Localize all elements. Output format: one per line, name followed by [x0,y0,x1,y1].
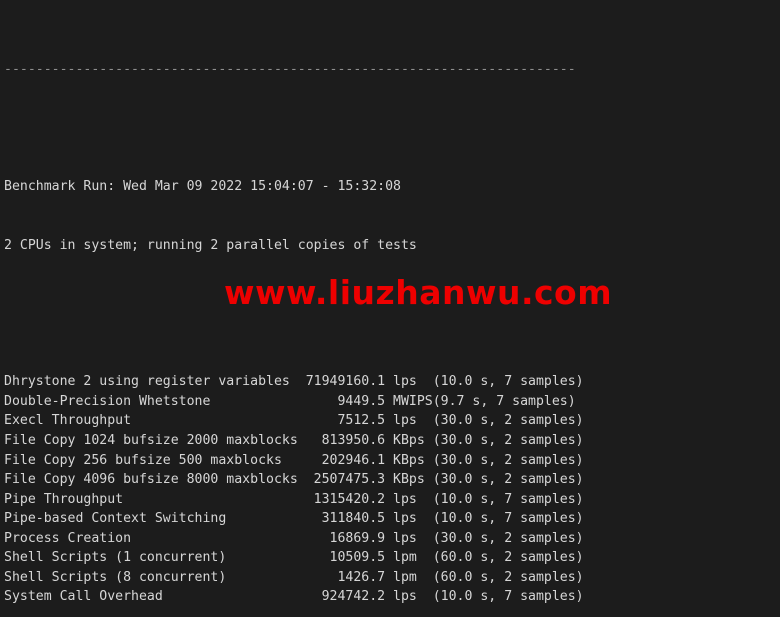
raw-result-row: Execl Throughput 7512.5 lps (30.0 s, 2 s… [4,413,584,429]
benchmark-run-line: Benchmark Run: Wed Mar 09 2022 15:04:07 … [4,178,401,194]
terminal-window: ----------------------------------------… [0,0,780,617]
top-divider-rule: ----------------------------------------… [4,61,576,77]
raw-result-row: Pipe-based Context Switching 311840.5 lp… [4,511,584,527]
raw-result-row: File Copy 4096 bufsize 8000 maxblocks 25… [4,472,584,488]
raw-result-row: Shell Scripts (8 concurrent) 1426.7 lpm … [4,569,584,585]
raw-results-block: Dhrystone 2 using register variables 719… [4,372,584,607]
raw-result-row: Dhrystone 2 using register variables 719… [4,374,584,390]
cpu-info-line: 2 CPUs in system; running 2 parallel cop… [4,237,417,253]
terminal-screen: ----------------------------------------… [4,1,584,617]
raw-result-row: Double-Precision Whetstone 9449.5 MWIPS(… [4,393,576,409]
raw-result-row: Shell Scripts (1 concurrent) 10509.5 lpm… [4,550,584,566]
raw-result-row: Pipe Throughput 1315420.2 lps (10.0 s, 7… [4,491,584,507]
raw-result-row: File Copy 1024 bufsize 2000 maxblocks 81… [4,433,584,449]
raw-result-row: File Copy 256 bufsize 500 maxblocks 2029… [4,452,584,468]
raw-result-row: System Call Overhead 924742.2 lps (10.0 … [4,589,584,605]
raw-result-row: Process Creation 16869.9 lps (30.0 s, 2 … [4,530,584,546]
